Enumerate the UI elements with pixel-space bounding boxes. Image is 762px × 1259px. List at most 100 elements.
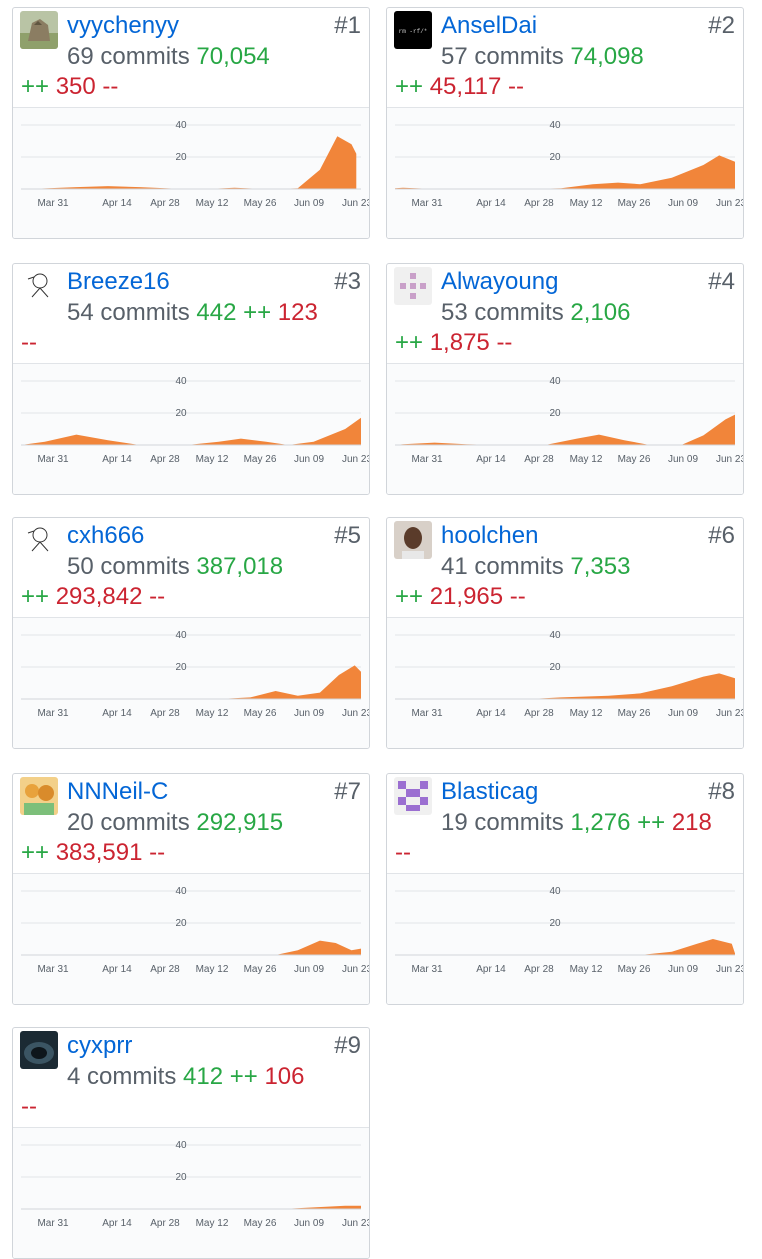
commit-count: 20 commits — [67, 809, 190, 836]
commit-chart-svg: 40 20 Mar 31 Apr 14 Apr 28 May 12 May 26 Jun 09… — [21, 120, 369, 209]
additions-suffix: ++ — [637, 809, 666, 836]
contributor-header: vyychenyy #1 69 commits 70,054 ++ 350 -- — [13, 8, 369, 108]
additions-count: 412 — [183, 1063, 224, 1090]
deletions-suffix: -- — [149, 583, 166, 610]
y-tick-label: 20 — [175, 1172, 187, 1183]
x-tick-label: Jun 23 — [716, 198, 743, 209]
x-tick-label: May 26 — [618, 198, 651, 209]
y-tick-label: 40 — [175, 376, 187, 387]
commit-chart-svg: 40 20 Mar 31 Apr 14 Apr 28 May 12 May 26 Jun 09… — [21, 886, 369, 975]
contributor-username-link[interactable]: Alwayoung — [441, 268, 558, 296]
additions-suffix: ++ — [21, 839, 50, 866]
x-tick-label: Apr 14 — [102, 198, 132, 209]
deletions-suffix: -- — [102, 73, 119, 100]
contributor-card: hoolchen #6 41 commits 7,353 ++ 21,965 -- 40… — [386, 517, 744, 749]
y-tick-label: 40 — [549, 376, 561, 387]
commit-chart-svg: 40 20 Mar 31 Apr 14 Apr 28 May 12 May 26 Jun 09… — [395, 376, 743, 465]
contributor-header: NNNeil-C #7 20 commits 292,915 ++ 383,591 -… — [13, 774, 369, 874]
contributor-stats: 57 commits 74,098 ++ 45,117 -- — [395, 42, 735, 102]
commit-area-series — [275, 940, 361, 955]
contributor-header: Blasticag #8 19 commits 1,276 ++ 218 -- — [387, 774, 743, 874]
x-tick-label: Jun 09 — [668, 708, 698, 719]
additions-count: 70,054 — [196, 43, 270, 70]
additions-suffix: ++ — [395, 583, 424, 610]
x-tick-label: Apr 14 — [102, 1218, 132, 1229]
commit-chart-svg: 40 20 Mar 31 Apr 14 Apr 28 May 12 May 26 Jun 09… — [21, 376, 369, 465]
commit-activity-chart: 40 20 Mar 31 Apr 14 Apr 28 May 12 May 26 Jun 09… — [13, 108, 369, 238]
additions-count: 442 — [196, 299, 237, 326]
contributor-card: vyychenyy #1 69 commits 70,054 ++ 350 -- 40 2… — [12, 7, 370, 239]
commit-activity-chart: 40 20 Mar 31 Apr 14 Apr 28 May 12 May 26 Jun 09… — [13, 364, 369, 494]
deletions-suffix: -- — [21, 329, 37, 356]
additions-count: 387,018 — [196, 553, 284, 580]
x-tick-label: Jun 23 — [342, 198, 369, 209]
contributor-username-link[interactable]: hoolchen — [441, 522, 538, 550]
contributor-stats: 50 commits 387,018 ++ 293,842 -- — [21, 552, 361, 612]
deletions-suffix: -- — [496, 329, 513, 356]
y-tick-label: 40 — [549, 120, 561, 131]
contributor-card: cxh666 #5 50 commits 387,018 ++ 293,842 -- 4… — [12, 517, 370, 749]
contributor-stats: 19 commits 1,276 ++ 218 -- — [395, 808, 735, 868]
x-tick-label: May 12 — [570, 198, 603, 209]
x-tick-label: Apr 14 — [476, 198, 506, 209]
commit-area-series — [218, 665, 361, 699]
x-tick-label: Apr 28 — [150, 708, 180, 719]
contributor-username-link[interactable]: NNNeil-C — [67, 778, 168, 806]
contributor-username-link[interactable]: vyychenyy — [67, 12, 179, 40]
deletions-count: 1,875 — [429, 329, 490, 356]
deletions-suffix: -- — [395, 839, 411, 866]
contributor-username-link[interactable]: cxh666 — [67, 522, 144, 550]
commit-count: 53 commits — [441, 299, 564, 326]
contributor-header: Alwayoung #4 53 commits 2,106 ++ 1,875 -- — [387, 264, 743, 364]
x-tick-label: Apr 14 — [102, 708, 132, 719]
commit-area-series — [640, 939, 735, 955]
x-tick-label: Jun 23 — [716, 964, 743, 975]
x-tick-label: May 12 — [196, 964, 229, 975]
x-tick-label: Apr 28 — [150, 198, 180, 209]
contributor-rank: #8 — [708, 778, 735, 805]
y-tick-label: 20 — [175, 408, 187, 419]
x-tick-label: Jun 09 — [294, 1218, 324, 1229]
x-tick-label: Jun 23 — [342, 708, 369, 719]
commit-activity-chart: 40 20 Mar 31 Apr 14 Apr 28 May 12 May 26 Jun 09… — [387, 874, 743, 1004]
y-tick-label: 20 — [549, 918, 561, 929]
x-tick-label: May 26 — [618, 454, 651, 465]
x-tick-label: May 26 — [244, 198, 277, 209]
deletions-suffix: -- — [509, 583, 526, 610]
contributor-rank: #1 — [334, 12, 361, 39]
x-tick-label: Jun 09 — [294, 454, 324, 465]
additions-suffix: ++ — [243, 299, 272, 326]
contributor-header: Breeze16 #3 54 commits 442 ++ 123 -- — [13, 264, 369, 364]
contributor-username-link[interactable]: Breeze16 — [67, 268, 170, 296]
contributor-username-link[interactable]: AnselDai — [441, 12, 537, 40]
y-tick-label: 20 — [175, 152, 187, 163]
x-tick-label: Mar 31 — [37, 1218, 69, 1229]
x-tick-label: Mar 31 — [37, 454, 69, 465]
commit-area-series — [529, 673, 735, 699]
contributor-rank: #5 — [334, 522, 361, 549]
deletions-suffix: -- — [149, 839, 166, 866]
commit-count: 50 commits — [67, 553, 190, 580]
contributor-stats: 41 commits 7,353 ++ 21,965 -- — [395, 552, 735, 612]
x-tick-label: May 12 — [570, 454, 603, 465]
x-tick-label: Apr 28 — [524, 198, 554, 209]
contributor-rank: #4 — [708, 268, 735, 295]
contributor-username-link[interactable]: Blasticag — [441, 778, 538, 806]
commit-chart-svg: 40 20 Mar 31 Apr 14 Apr 28 May 12 May 26 Jun 09… — [395, 630, 743, 719]
contributor-card: Breeze16 #3 54 commits 442 ++ 123 -- 40 20 Mar… — [12, 263, 370, 495]
deletions-suffix: -- — [21, 1093, 37, 1120]
x-tick-label: Mar 31 — [37, 708, 69, 719]
commit-activity-chart: 40 20 Mar 31 Apr 14 Apr 28 May 12 May 26 Jun 09… — [13, 618, 369, 748]
x-tick-label: May 12 — [196, 708, 229, 719]
x-tick-label: Apr 28 — [150, 454, 180, 465]
x-tick-label: Jun 09 — [668, 454, 698, 465]
x-tick-label: Mar 31 — [411, 708, 443, 719]
x-tick-label: May 26 — [244, 454, 277, 465]
contributor-stats: 20 commits 292,915 ++ 383,591 -- — [21, 808, 361, 868]
commit-chart-svg: 40 20 Mar 31 Apr 14 Apr 28 May 12 May 26 Jun 09… — [395, 120, 743, 209]
commit-chart-svg: 40 20 Mar 31 Apr 14 Apr 28 May 12 May 26 Jun 09… — [21, 1140, 369, 1229]
contributor-username-link[interactable]: cyxprr — [67, 1032, 132, 1060]
x-tick-label: Jun 09 — [294, 198, 324, 209]
x-tick-label: Jun 09 — [294, 964, 324, 975]
contributor-rank: #3 — [334, 268, 361, 295]
